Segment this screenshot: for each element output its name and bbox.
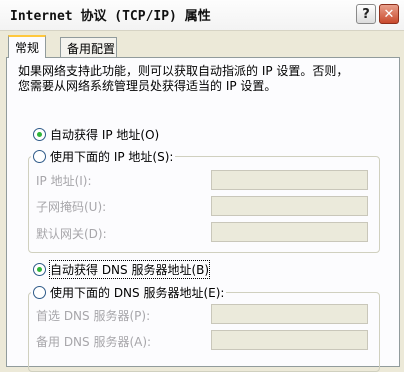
tab-alternate-config[interactable]: 备用配置 [60, 37, 117, 57]
close-icon: ✕ [383, 6, 395, 22]
help-button[interactable]: ? [356, 4, 376, 24]
radio-auto-ip-indicator[interactable] [33, 127, 46, 141]
radio-auto-dns-indicator[interactable] [33, 262, 46, 276]
default-gateway-label: 默认网关(D): [36, 227, 107, 241]
radio-manual-ip-label: 使用下面的 IP 地址(S): [50, 149, 174, 164]
close-button[interactable]: ✕ [379, 4, 399, 24]
preferred-dns-input[interactable] [211, 304, 368, 324]
description-text: 如果网络支持此功能，则可以获取自动指派的 IP 设置。否则， 您需要从网络系统管… [18, 64, 388, 94]
window-title: Internet 协议 (TCP/IP) 属性 [10, 9, 211, 24]
tab-alternate-config-label: 备用配置 [67, 42, 116, 56]
description-line: 如果网络支持此功能，则可以获取自动指派的 IP 设置。否则， [18, 64, 349, 78]
radio-manual-ip[interactable]: 使用下面的 IP 地址(S): [31, 148, 176, 164]
radio-manual-dns[interactable]: 使用下面的 DNS 服务器地址(E): [31, 284, 227, 300]
radio-manual-dns-label: 使用下面的 DNS 服务器地址(E): [50, 285, 225, 300]
alternate-dns-label: 备用 DNS 服务器(A): [36, 335, 152, 349]
radio-auto-dns-label: 自动获得 DNS 服务器地址(B) [48, 259, 211, 279]
alternate-dns-input[interactable] [211, 330, 368, 350]
ip-address-input[interactable] [211, 170, 368, 190]
subnet-mask-input[interactable] [211, 196, 368, 216]
subnet-mask-label: 子网掩码(U): [36, 200, 107, 214]
radio-auto-ip-label: 自动获得 IP 地址(O) [50, 127, 160, 142]
radio-auto-dns[interactable]: 自动获得 DNS 服务器地址(B) [33, 259, 211, 279]
ip-address-label: IP 地址(I): [36, 174, 92, 188]
radio-manual-ip-indicator[interactable] [33, 149, 46, 163]
description-line: 您需要从网络系统管理员处获得适当的 IP 设置。 [18, 79, 277, 93]
preferred-dns-label: 首选 DNS 服务器(P): [36, 309, 151, 323]
help-icon: ? [362, 6, 370, 22]
tab-general-label: 常规 [15, 41, 40, 55]
radio-auto-ip[interactable]: 自动获得 IP 地址(O) [33, 126, 159, 142]
tab-general[interactable]: 常规 [8, 35, 47, 58]
radio-manual-dns-indicator[interactable] [33, 285, 46, 299]
title-bar: Internet 协议 (TCP/IP) 属性 ? ✕ [0, 0, 404, 31]
default-gateway-input[interactable] [211, 222, 368, 242]
